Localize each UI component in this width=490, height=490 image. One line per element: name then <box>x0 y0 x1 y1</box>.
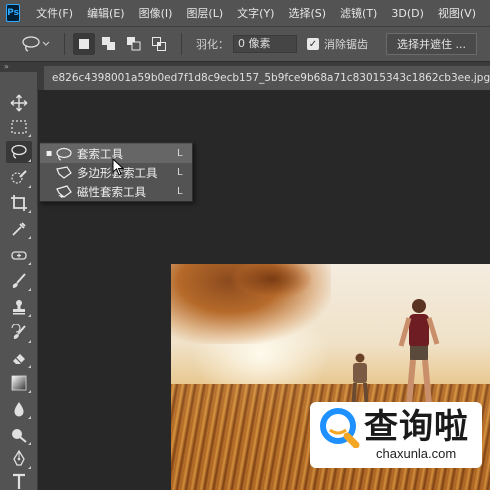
new-selection-icon <box>79 39 89 49</box>
move-tool-icon <box>10 94 28 112</box>
healing-brush-tool[interactable] <box>6 244 32 266</box>
tool-group-indicator <box>28 390 31 393</box>
magnetic-lasso-icon <box>54 184 74 200</box>
separator <box>181 33 182 55</box>
marquee-tool[interactable] <box>6 116 32 138</box>
menu-file[interactable]: 文件(F) <box>36 5 73 21</box>
new-selection-button[interactable] <box>73 33 95 55</box>
tool-group-indicator <box>28 236 31 239</box>
photoshop-logo[interactable]: Ps <box>6 4 21 22</box>
tool-group-indicator <box>28 288 31 291</box>
polygonal-lasso-icon <box>54 165 74 181</box>
dodge-tool-icon <box>12 429 27 443</box>
brush-tool-icon <box>12 273 26 288</box>
quick-selection-tool-icon <box>11 170 27 184</box>
quick-selection-tool[interactable] <box>6 167 32 189</box>
pen-tool[interactable] <box>6 448 32 470</box>
tool-group-indicator <box>28 262 31 265</box>
eraser-tool-icon <box>13 354 25 364</box>
type-tool-icon <box>13 473 25 489</box>
tool-group-indicator <box>28 185 31 188</box>
tool-preset-picker[interactable] <box>16 31 56 57</box>
tool-group-indicator <box>28 210 31 213</box>
gradient-tool[interactable] <box>6 372 32 394</box>
dodge-tool[interactable] <box>6 424 32 446</box>
menu-view[interactable]: 视图(V) <box>438 5 476 21</box>
flyout-item-magnetic-lasso[interactable]: 磁性套索工具 L <box>40 182 192 201</box>
mouse-cursor-icon <box>112 158 125 176</box>
eraser-tool[interactable] <box>6 347 32 369</box>
menu-edit[interactable]: 编辑(E) <box>87 5 125 21</box>
document-tab[interactable]: e826c4398001a59b0ed7f1d8c9ecb157_5b9fce9… <box>44 66 490 90</box>
tool-group-indicator <box>28 365 31 368</box>
antialias-label: 消除锯齿 <box>324 38 368 51</box>
type-tool[interactable] <box>6 470 32 490</box>
add-selection-icon <box>102 37 115 50</box>
eyedropper-tool[interactable] <box>6 218 32 240</box>
watermark-text: 查询啦 <box>364 407 469 447</box>
feather-label: 羽化： <box>196 38 229 51</box>
blur-tool-icon <box>14 402 24 417</box>
lasso-tool[interactable] <box>6 141 32 163</box>
tool-group-indicator <box>28 314 31 317</box>
tool-group-indicator <box>28 159 31 162</box>
marquee-tool-icon <box>11 120 27 134</box>
watermark-logo-icon <box>320 408 360 448</box>
clone-stamp-tool-icon <box>13 300 25 315</box>
tool-group-indicator <box>28 340 31 343</box>
intersect-selection-button[interactable] <box>148 33 170 55</box>
selected-marker: ▪ <box>45 148 53 159</box>
tool-group-indicator <box>28 134 31 137</box>
crop-tool-icon <box>11 195 27 211</box>
feather-input[interactable]: 0 像素 <box>233 35 297 53</box>
menu-type[interactable]: 文字(Y) <box>237 5 274 21</box>
lasso-icon <box>22 36 50 52</box>
menu-3d[interactable]: 3D(D) <box>391 7 424 20</box>
menu-image[interactable]: 图像(I) <box>139 5 173 21</box>
lasso-icon <box>54 146 74 162</box>
watermark-badge: 查询啦 chaxunla.com <box>310 402 482 468</box>
tools-panel <box>0 72 38 490</box>
panel-collapse-toggle[interactable]: » <box>0 62 38 72</box>
menu-filter[interactable]: 滤镜(T) <box>340 5 377 21</box>
pen-tool-icon <box>13 450 25 466</box>
separator <box>64 33 65 55</box>
menu-layer[interactable]: 图层(L) <box>186 5 223 21</box>
intersect-selection-icon <box>152 37 166 51</box>
options-bar: 羽化： 0 像素 ✓ 消除锯齿 选择并遮住 ... <box>0 26 490 62</box>
subtract-selection-icon <box>127 37 141 51</box>
document-tab-strip: e826c4398001a59b0ed7f1d8c9ecb157_5b9fce9… <box>38 62 490 90</box>
shortcut-key: L <box>177 186 183 197</box>
brush-tool[interactable] <box>6 270 32 292</box>
history-brush-tool-icon <box>11 324 26 339</box>
lasso-tool-icon <box>11 144 27 159</box>
menu-select[interactable]: 选择(S) <box>288 5 326 21</box>
healing-brush-tool-icon <box>11 251 27 260</box>
photo-foliage <box>231 264 311 299</box>
eyedropper-tool-icon <box>12 222 26 236</box>
tool-group-indicator <box>28 416 31 419</box>
tool-group-indicator <box>28 466 31 469</box>
select-and-mask-button[interactable]: 选择并遮住 ... <box>386 33 477 55</box>
add-to-selection-button[interactable] <box>98 33 120 55</box>
flyout-item-label: 磁性套索工具 <box>77 184 146 199</box>
crop-tool[interactable] <box>6 192 32 214</box>
history-brush-tool[interactable] <box>6 322 32 344</box>
blur-tool[interactable] <box>6 398 32 420</box>
subtract-from-selection-button[interactable] <box>123 33 145 55</box>
clone-stamp-tool[interactable] <box>6 296 32 318</box>
shortcut-key: L <box>177 167 183 178</box>
tool-group-indicator <box>28 442 31 445</box>
move-tool[interactable] <box>6 92 32 114</box>
photo-hiker <box>398 299 440 405</box>
gradient-tool-icon <box>11 375 27 391</box>
antialias-checkbox[interactable]: ✓ <box>307 38 319 50</box>
shortcut-key: L <box>177 148 183 159</box>
checkmark-icon: ✓ <box>308 38 318 50</box>
menu-bar: Ps 文件(F) 编辑(E) 图像(I) 图层(L) 文字(Y) 选择(S) 滤… <box>0 0 490 26</box>
watermark-url: chaxunla.com <box>376 446 457 461</box>
